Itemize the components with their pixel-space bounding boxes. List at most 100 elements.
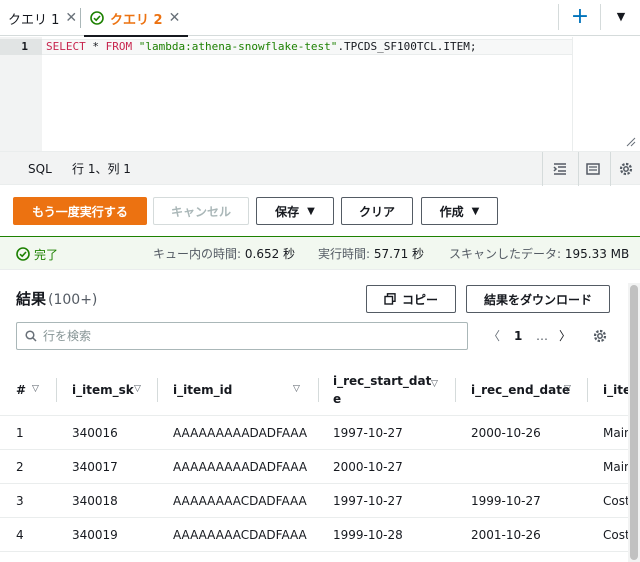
column-header-rec-end-date[interactable]: i_rec_end_date ▽ (471, 364, 571, 416)
column-divider[interactable] (56, 378, 57, 402)
sort-icon[interactable]: ▽ (134, 384, 141, 394)
cell-item-id: AAAAAAAACDADFAAA (173, 528, 307, 542)
sql-operator: * (85, 40, 106, 53)
data-scanned-label: スキャンしたデータ: (449, 247, 562, 261)
search-input[interactable] (43, 329, 443, 343)
create-label: 作成 (439, 204, 464, 219)
divider (610, 152, 611, 186)
cell-item-sk: 340019 (72, 528, 118, 542)
results-heading: 結果 (100+) (16, 288, 97, 309)
queue-time-label: キュー内の時間: (153, 247, 242, 261)
sort-icon[interactable]: ▽ (293, 384, 300, 394)
divider (600, 4, 601, 30)
close-icon[interactable]: ✕ (169, 10, 181, 26)
format-query-icon[interactable] (552, 161, 568, 177)
divider (542, 152, 543, 186)
sql-space (132, 40, 139, 53)
check-circle-icon (16, 247, 30, 261)
table-settings-gear-icon[interactable] (592, 328, 608, 344)
language-label: SQL (28, 162, 52, 176)
column-divider[interactable] (318, 378, 319, 402)
run-again-button[interactable]: もう一度実行する (13, 197, 147, 225)
cell-item-desc: Cost (603, 494, 628, 508)
run-time: 実行時間: 57.71 秒 (318, 237, 424, 271)
column-divider[interactable] (455, 378, 456, 402)
page-ellipsis: … (536, 329, 548, 343)
tab-label: クエリ 2 (110, 12, 163, 28)
status-label: 完了 (34, 247, 59, 262)
column-header-item-desc[interactable]: i_ite (603, 364, 628, 416)
next-page-icon[interactable]: 〉 (559, 322, 571, 350)
tab-query-1[interactable]: クエリ 1 ✕ (8, 0, 77, 36)
close-icon[interactable]: ✕ (65, 10, 77, 26)
column-header-item-sk[interactable]: i_item_sk ▽ (72, 364, 141, 416)
results-scrollbar[interactable] (628, 283, 640, 562)
save-button[interactable]: 保存 ▼ (256, 197, 334, 225)
tab-divider (80, 8, 81, 28)
sql-keyword: FROM (105, 40, 133, 53)
cell-rec-end-date: 1999-10-27 (471, 494, 541, 508)
cell-rec-end-date: 2000-10-26 (471, 426, 541, 440)
query-tab-bar: クエリ 1 ✕ クエリ 2 ✕ + ▼ (0, 0, 640, 37)
copy-button[interactable]: コピー (366, 285, 456, 313)
cell-item-id: AAAAAAAACDADFAAA (173, 494, 307, 508)
cell-item-desc: Main (603, 460, 628, 474)
column-header-rec-start-date[interactable]: i_rec_start_dat e ▽ (333, 364, 438, 416)
results-title: 結果 (16, 290, 47, 308)
row-search-box[interactable] (16, 322, 468, 350)
caret-down-icon: ▼ (307, 205, 315, 217)
sql-identifier: .TPCDS_SF100TCL.ITEM; (337, 40, 477, 53)
prev-page-icon[interactable]: 〈 (488, 322, 500, 350)
check-circle-icon (90, 11, 104, 25)
status-complete: 完了 (16, 237, 58, 271)
column-label: i_ite (603, 383, 628, 397)
editor-status-bar: SQL 行 1、列 1 (0, 151, 640, 186)
page-number[interactable]: 1 (514, 322, 522, 350)
cell-rec-end-date: 2001-10-26 (471, 528, 541, 542)
tab-menu-caret-icon[interactable]: ▼ (612, 4, 630, 30)
queue-time: キュー内の時間: 0.652 秒 (153, 237, 295, 271)
copy-label: コピー (401, 292, 438, 307)
column-divider[interactable] (587, 378, 588, 402)
sort-icon[interactable]: ▽ (431, 375, 438, 393)
queue-time-value: 0.652 秒 (244, 247, 296, 261)
scrollbar-thumb[interactable] (630, 285, 638, 560)
column-header-item-id[interactable]: i_item_id ▽ (173, 364, 300, 416)
column-divider[interactable] (157, 378, 158, 402)
cursor-position: 行 1、列 1 (72, 162, 131, 176)
sort-icon[interactable]: ▽ (564, 384, 571, 394)
cell-item-desc: Main (603, 426, 628, 440)
tab-query-2[interactable]: クエリ 2 ✕ (83, 0, 189, 37)
cell-rec-start-date: 2000-10-27 (333, 460, 403, 474)
divider (578, 152, 579, 186)
line-gutter: 1 (0, 37, 42, 151)
shortcuts-keyboard-icon[interactable] (585, 161, 601, 177)
sql-string: "lambda:athena-snowflake-test" (138, 40, 338, 53)
column-header-index[interactable]: # ▽ (16, 364, 39, 416)
cell-rec-start-date: 1999-10-28 (333, 528, 403, 542)
query-editor[interactable]: 1 SELECT * FROM "lambda:athena-snowflake… (0, 37, 640, 151)
tab-label: クエリ 1 (8, 12, 60, 28)
table-row: 2 340017 AAAAAAAAADADFAAA 2000-10-27 Mai… (0, 450, 628, 484)
cell-rec-start-date: 1997-10-27 (333, 426, 403, 440)
results-count: (100+) (48, 292, 98, 308)
column-label: i_rec_end_date (471, 383, 571, 397)
clear-button[interactable]: クリア (341, 197, 413, 225)
cell-item-sk: 340016 (72, 426, 118, 440)
resize-handle-icon[interactable] (626, 137, 636, 147)
sort-icon[interactable]: ▽ (32, 384, 39, 394)
column-label: i_rec_start_dat (333, 374, 432, 388)
cell-item-id: AAAAAAAAADADFAAA (173, 460, 308, 474)
code-line[interactable]: SELECT * FROM "lambda:athena-snowflake-t… (42, 39, 572, 55)
cell-index: 4 (16, 528, 24, 542)
create-button[interactable]: 作成 ▼ (421, 197, 498, 225)
cancel-button[interactable]: キャンセル (153, 197, 249, 225)
gear-icon[interactable] (618, 161, 634, 177)
download-results-button[interactable]: 結果をダウンロード (466, 285, 610, 313)
new-tab-plus-icon[interactable]: + (570, 4, 590, 30)
column-label-wrap: e (333, 392, 342, 406)
cell-index: 1 (16, 426, 24, 440)
run-time-label: 実行時間: (318, 247, 371, 261)
query-status-row: 完了 キュー内の時間: 0.652 秒 実行時間: 57.71 秒 スキャンした… (0, 236, 640, 270)
column-label: i_item_sk (72, 383, 134, 397)
